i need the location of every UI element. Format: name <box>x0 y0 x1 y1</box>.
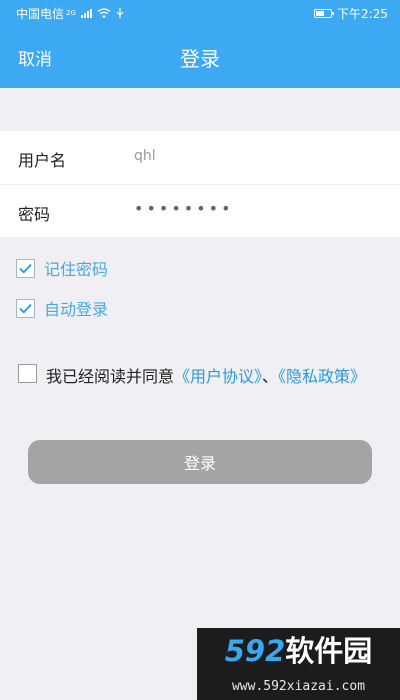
usb-icon <box>116 7 124 18</box>
agreement-text: 我已经阅读并同意《用户协议》、《隐私政策》 <box>46 362 388 391</box>
network-type: 2G <box>66 9 76 17</box>
watermark-url: www.592xiazai.com <box>231 679 366 694</box>
remember-password-option[interactable]: 记住密码 <box>16 256 108 280</box>
auto-login-label: 自动登录 <box>44 300 109 319</box>
password-input[interactable]: •••••••• <box>134 199 234 218</box>
auto-login-checkbox[interactable] <box>16 298 35 318</box>
auto-login-option[interactable]: 自动登录 <box>16 296 108 320</box>
username-label: 用户名 <box>18 151 67 170</box>
agreement-separator: 、 <box>262 367 279 386</box>
privacy-policy-link[interactable]: 《隐私政策》 <box>278 367 366 386</box>
watermark-logo-text: 软件园 <box>285 634 373 668</box>
user-agreement-link[interactable]: 《用户协议》 <box>174 367 262 386</box>
page-title: 登录 <box>180 47 220 71</box>
site-watermark: 592软件园 www.592xiazai.com <box>197 628 400 700</box>
username-input[interactable]: qhl <box>134 148 156 164</box>
carrier-name: 中国电信 <box>16 6 65 21</box>
wifi-icon <box>97 8 111 18</box>
checkmark-icon <box>19 303 32 313</box>
watermark-logo-number: 592 <box>224 634 286 668</box>
login-form: 用户名 qhl 密码 •••••••• <box>0 131 400 237</box>
status-bar-right: 下午2:25 <box>314 5 388 22</box>
login-screen: 中国电信 2G 下午2:25 取消 登录 用户名 qhl 密码 ••••••••… <box>0 0 400 700</box>
battery-icon <box>314 8 335 18</box>
app-header: 取消 登录 <box>0 26 400 88</box>
watermark-logo: 592软件园 <box>197 634 400 668</box>
status-bar-left: 中国电信 2G <box>16 5 124 22</box>
password-row[interactable]: 密码 •••••••• <box>0 184 400 237</box>
status-bar: 中国电信 2G 下午2:25 <box>0 0 400 26</box>
signal-icon <box>80 8 92 18</box>
remember-password-label: 记住密码 <box>44 260 109 279</box>
login-button[interactable]: 登录 <box>28 440 372 484</box>
agreement-prefix: 我已经阅读并同意 <box>46 367 175 386</box>
checkmark-icon <box>19 263 32 273</box>
agreement-checkbox[interactable] <box>18 364 37 383</box>
remember-password-checkbox[interactable] <box>16 258 35 278</box>
password-label: 密码 <box>18 205 51 224</box>
status-time: 下午2:25 <box>337 6 388 21</box>
username-row[interactable]: 用户名 qhl <box>0 131 400 184</box>
